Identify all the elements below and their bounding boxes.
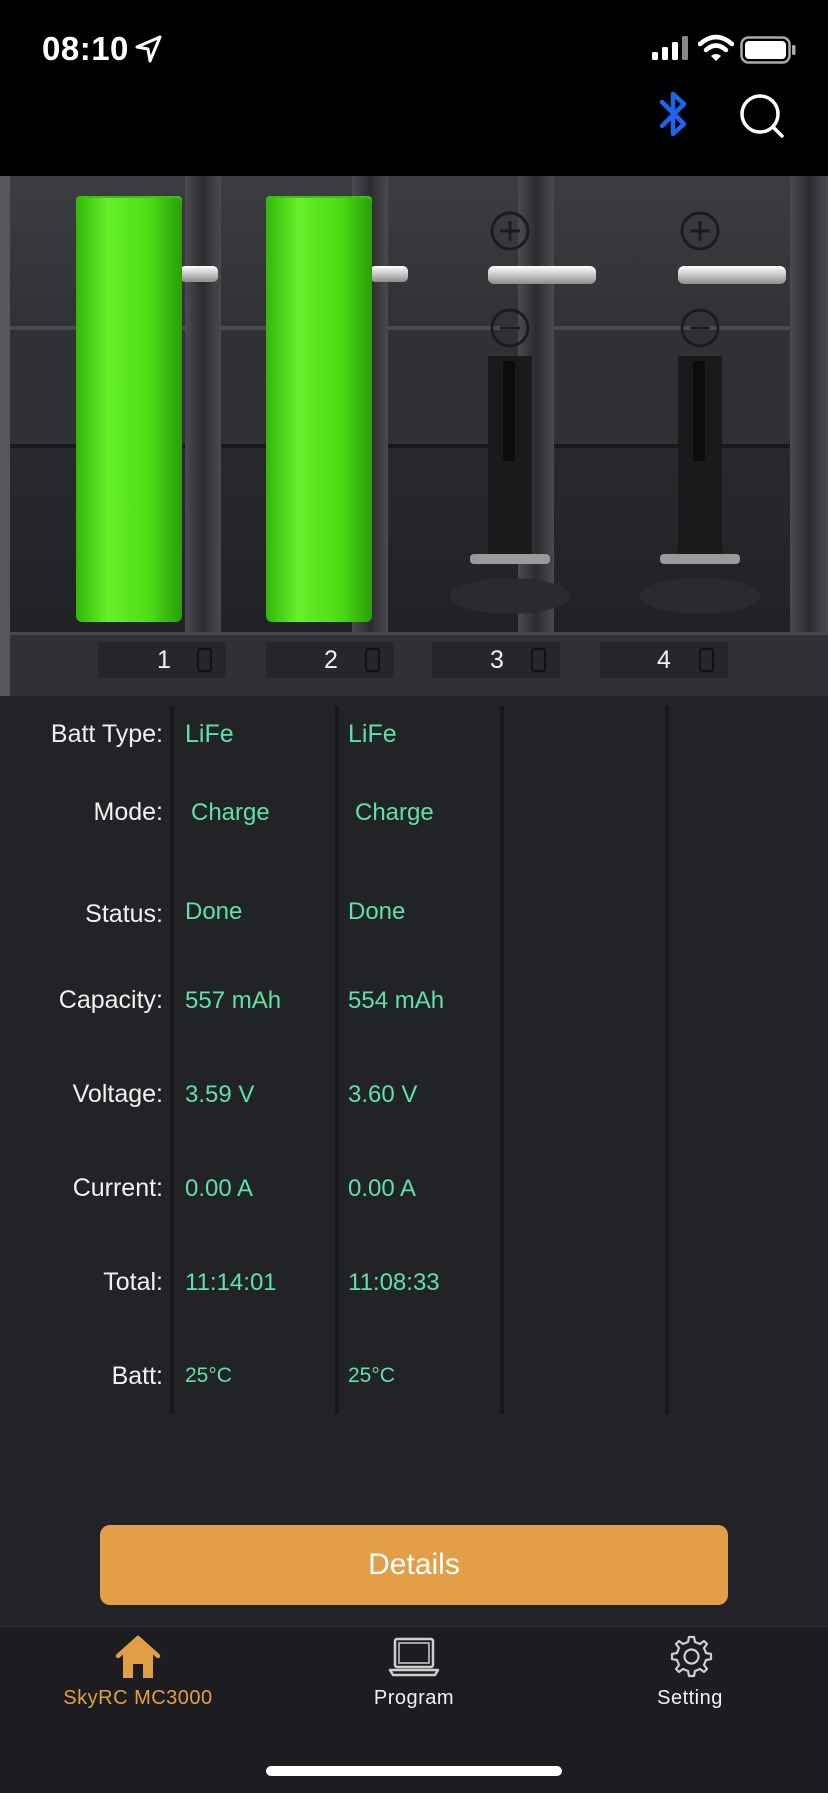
tab-skyrc-mc3000[interactable]: SkyRC MC3000 — [0, 1634, 276, 1710]
slot2-mode[interactable]: Charge — [355, 799, 434, 827]
slot-number: 2 — [324, 646, 338, 674]
details-button[interactable]: Details — [100, 1525, 728, 1605]
slot2-total: 11:08:33 — [348, 1269, 440, 1296]
battery-status-icon — [740, 36, 796, 64]
total-label: Total: — [103, 1268, 163, 1296]
current-label: Current: — [72, 1174, 163, 1202]
search-icon[interactable] — [738, 92, 786, 140]
column-divider — [335, 706, 339, 1414]
slot1-capacity: 557 mAh — [185, 987, 282, 1014]
status-time: 08:10 — [42, 30, 129, 67]
slot1-status: Done — [185, 898, 243, 925]
slot1-voltage: 3.59 V — [185, 1081, 255, 1108]
column-divider — [665, 706, 669, 1414]
wifi-icon — [698, 34, 734, 61]
slot2-capacity: 554 mAh — [348, 987, 445, 1014]
home-icon — [115, 1635, 161, 1678]
charger-visual: 1 2 3 4 — [0, 176, 828, 696]
batt-temp-label: Batt: — [111, 1362, 163, 1390]
tab-setting[interactable]: Setting — [552, 1634, 828, 1710]
slot-number: 1 — [157, 646, 171, 674]
location-arrow-icon — [135, 35, 162, 63]
status-label: Status: — [85, 900, 163, 928]
slot1-batt-type[interactable]: LiFe — [185, 720, 234, 749]
slot-number: 3 — [490, 646, 504, 674]
slot1-total: 11:14:01 — [185, 1269, 277, 1296]
capacity-label: Capacity: — [58, 986, 163, 1014]
app-header — [0, 100, 828, 176]
cellular-signal-icon — [652, 36, 688, 60]
voltage-label: Voltage: — [72, 1080, 163, 1108]
slot2-batt-temp: 25°C — [348, 1364, 395, 1387]
column-divider — [170, 706, 174, 1414]
home-indicator[interactable] — [266, 1766, 562, 1776]
column-divider — [500, 706, 504, 1414]
tab-label: Program — [373, 1687, 455, 1709]
bluetooth-icon[interactable] — [656, 88, 692, 140]
batt-type-label: Batt Type: — [50, 720, 163, 748]
gear-icon — [670, 1635, 713, 1678]
slot2-voltage: 3.60 V — [348, 1081, 418, 1108]
slot2-current: 0.00 A — [348, 1175, 417, 1202]
tab-label: Setting — [657, 1687, 723, 1709]
slot2-batt-type[interactable]: LiFe — [348, 720, 397, 749]
slot-number: 4 — [657, 646, 671, 674]
laptop-icon — [388, 1637, 440, 1677]
slot1-current: 0.00 A — [185, 1175, 254, 1202]
slot1-mode[interactable]: Charge — [191, 799, 270, 827]
slot1-batt-temp: 25°C — [185, 1364, 232, 1387]
tab-program[interactable]: Program — [276, 1634, 552, 1710]
tab-label: SkyRC MC3000 — [63, 1687, 213, 1709]
slot2-status: Done — [348, 898, 406, 925]
mode-label: Mode: — [93, 798, 163, 826]
